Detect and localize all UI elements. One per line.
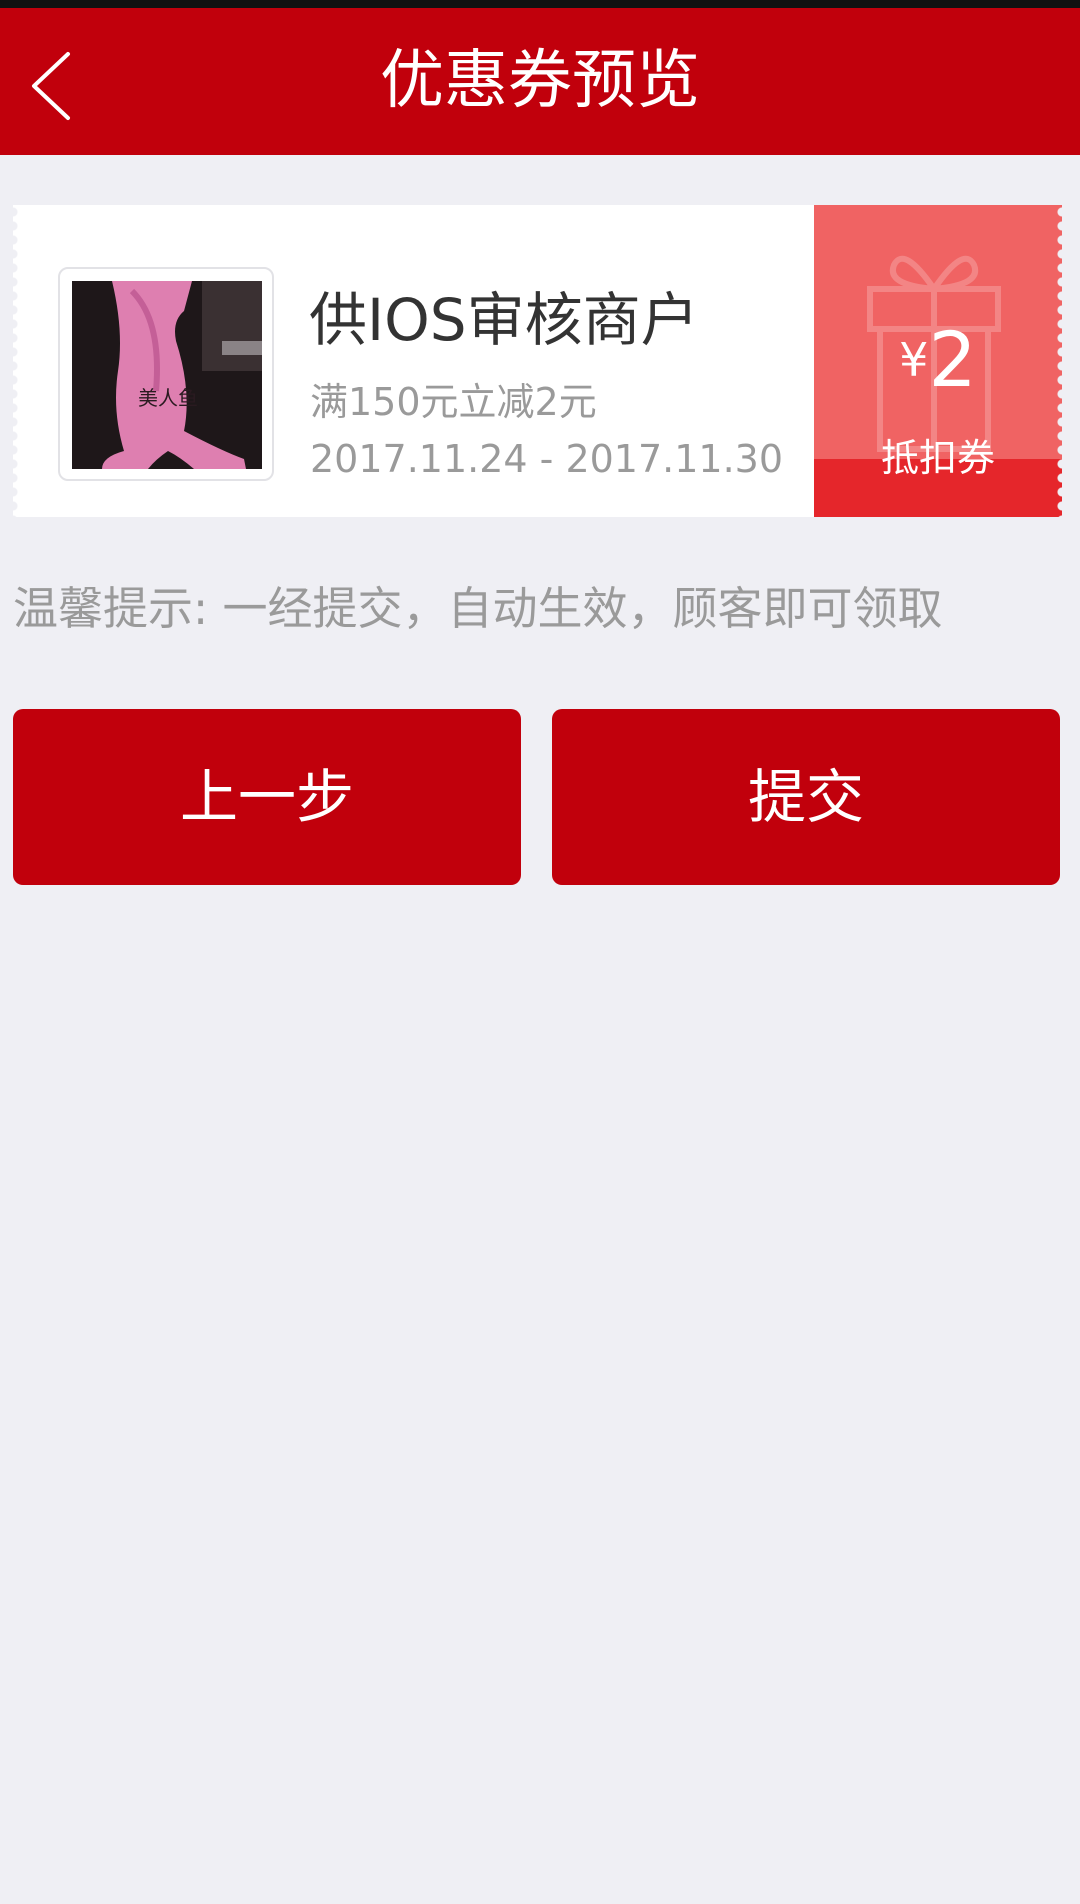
svg-text:美人鱼: 美人鱼	[138, 386, 198, 410]
navigation-bar: 优惠券预览	[0, 8, 1080, 155]
coupon-type-label: 抵扣券	[880, 436, 995, 480]
coupon-edge-right	[1052, 205, 1062, 517]
merchant-image: 美人鱼	[72, 281, 262, 469]
previous-step-button[interactable]: 上一步	[13, 709, 521, 885]
coupon-edge-left	[13, 205, 23, 517]
currency-symbol: ¥	[899, 333, 929, 387]
page-title: 优惠券预览	[380, 44, 700, 118]
tip-text: 温馨提示: 一经提交，自动生效，顾客即可领取	[13, 582, 943, 635]
amount-value: 2	[928, 315, 977, 404]
chevron-left-icon	[32, 52, 70, 120]
coupon-validity-dates: 2017.11.24 - 2017.11.30	[310, 437, 784, 481]
merchant-name: 供IOS审核商户	[309, 286, 699, 354]
coupon-card: 美人鱼 供IOS审核商户 满150元立减2元 2017.11.24 - 2017…	[13, 205, 1062, 517]
submit-button[interactable]: 提交	[552, 709, 1060, 885]
coupon-value-badge: ¥2 抵扣券	[814, 205, 1062, 517]
coupon-rule: 满150元立减2元	[310, 380, 597, 424]
coupon-amount: ¥2	[814, 315, 1062, 404]
status-bar	[0, 0, 1080, 8]
back-button[interactable]	[24, 46, 94, 126]
merchant-thumbnail: 美人鱼	[58, 267, 274, 481]
